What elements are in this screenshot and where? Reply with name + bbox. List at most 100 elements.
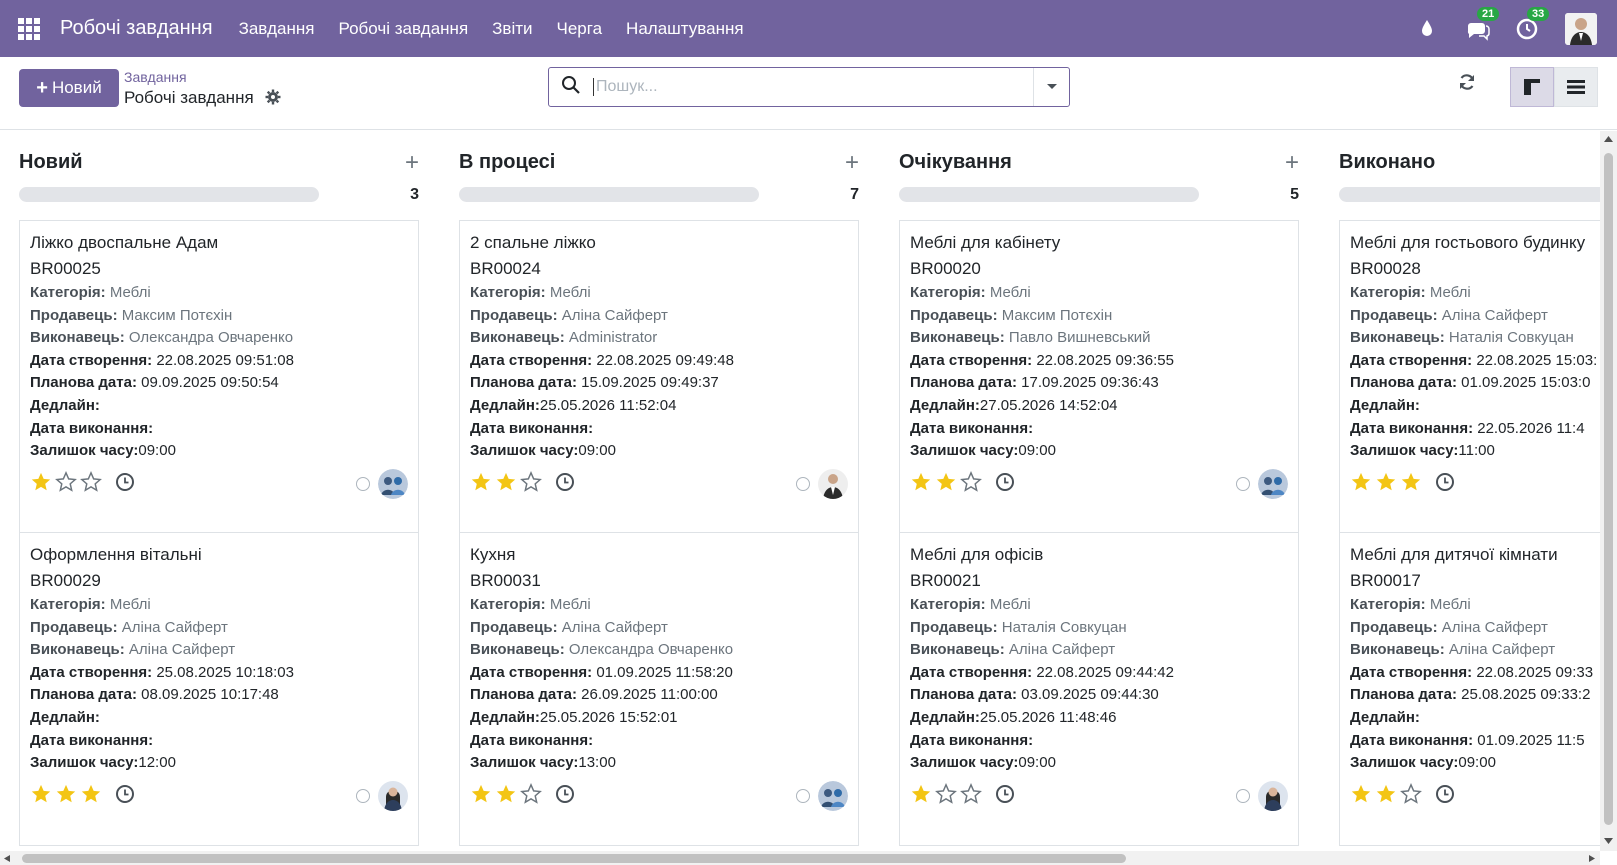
star-empty-icon[interactable]: [520, 470, 542, 498]
star-filled-icon[interactable]: [495, 783, 517, 810]
star-filled-icon[interactable]: [495, 471, 517, 498]
star-filled-icon[interactable]: [910, 471, 932, 498]
column-header: Виконано: [1339, 151, 1600, 175]
priority-stars: [1350, 782, 1422, 810]
activity-clock-icon[interactable]: [994, 471, 1016, 498]
task-card[interactable]: Меблі для гостьового будинку BR00028 Кат…: [1339, 220, 1600, 534]
breadcrumb-parent[interactable]: Завдання: [124, 69, 187, 85]
activity-clock-icon[interactable]: [114, 783, 136, 810]
add-card-icon[interactable]: +: [405, 149, 419, 177]
column-progress-bar[interactable]: [459, 187, 759, 202]
star-filled-icon[interactable]: [30, 471, 52, 498]
status-circle[interactable]: [356, 477, 370, 491]
task-card[interactable]: Кухня BR00031 Категорія: Меблі Продавець…: [459, 532, 859, 846]
search-input[interactable]: [593, 78, 1013, 96]
star-empty-icon[interactable]: [960, 470, 982, 498]
star-empty-icon[interactable]: [80, 470, 102, 498]
field-label: Залишок часу:: [1350, 754, 1459, 772]
star-empty-icon[interactable]: [935, 782, 957, 810]
task-card[interactable]: Меблі для дитячої кімнати BR00017 Катего…: [1339, 532, 1600, 846]
field-value: Аліна Сайферт: [121, 618, 228, 636]
column-title[interactable]: Виконано: [1339, 151, 1435, 173]
star-filled-icon[interactable]: [470, 471, 492, 498]
star-filled-icon[interactable]: [30, 783, 52, 810]
status-circle[interactable]: [1236, 477, 1250, 491]
status-circle[interactable]: [796, 789, 810, 803]
star-filled-icon[interactable]: [1375, 471, 1397, 498]
column-title[interactable]: Очікування: [899, 151, 1012, 173]
field-label: Дата створення:: [30, 351, 153, 369]
app-title[interactable]: Робочі завдання: [60, 17, 213, 40]
activity-clock-icon[interactable]: [1434, 471, 1456, 498]
star-empty-icon[interactable]: [520, 782, 542, 810]
assignee-avatar[interactable]: [818, 781, 848, 811]
star-empty-icon[interactable]: [55, 470, 77, 498]
star-filled-icon[interactable]: [470, 783, 492, 810]
star-empty-icon[interactable]: [960, 782, 982, 810]
card-title: Меблі для кабінету: [910, 233, 1061, 252]
task-card[interactable]: Ліжко двоспальне Адам BR00025 Категорія:…: [19, 220, 419, 534]
status-circle[interactable]: [1236, 789, 1250, 803]
plus-icon: +: [36, 76, 48, 99]
menu-item-settings[interactable]: Налаштування: [626, 19, 744, 39]
star-filled-icon[interactable]: [1375, 783, 1397, 810]
activity-clock-icon[interactable]: [554, 471, 576, 498]
field-label: Категорія:: [470, 284, 546, 301]
assignee-avatar[interactable]: [818, 469, 848, 499]
horizontal-scrollbar-thumb[interactable]: [22, 854, 1126, 863]
star-filled-icon[interactable]: [935, 471, 957, 498]
list-view-button[interactable]: [1554, 67, 1598, 107]
messages-icon[interactable]: 21: [1465, 6, 1500, 41]
field-value: Меблі: [109, 284, 151, 301]
task-card[interactable]: 2 спальне ліжко BR00024 Категорія: Меблі…: [459, 220, 859, 534]
menu-item-reports[interactable]: Звіти: [492, 19, 532, 39]
task-card[interactable]: Меблі для кабінету BR00020 Категорія: Ме…: [899, 220, 1299, 534]
vertical-scrollbar-thumb[interactable]: [1604, 153, 1613, 825]
field-label: Залишок часу:: [30, 442, 139, 460]
menu-item-work-tasks[interactable]: Робочі завдання: [338, 19, 468, 39]
activity-clock-icon[interactable]: [1434, 783, 1456, 810]
star-filled-icon[interactable]: [55, 783, 77, 810]
new-button[interactable]: + Новий: [19, 69, 119, 107]
column-title[interactable]: Новий: [19, 151, 83, 173]
gear-icon[interactable]: [265, 89, 281, 110]
menu-item-tasks[interactable]: Завдання: [239, 19, 315, 39]
status-circle[interactable]: [356, 789, 370, 803]
add-card-icon[interactable]: +: [1285, 149, 1299, 177]
drop-icon[interactable]: [1415, 17, 1439, 41]
field-label: Залишок часу:: [910, 442, 1019, 460]
column-title[interactable]: В процесі: [459, 151, 555, 173]
app-grid-icon[interactable]: [18, 17, 40, 40]
search-dropdown-toggle[interactable]: [1033, 68, 1069, 106]
field-value: 09:00: [578, 442, 616, 460]
field-category: Категорія: Меблі: [910, 282, 1288, 305]
vertical-scrollbar[interactable]: [1600, 131, 1617, 851]
star-empty-icon[interactable]: [1400, 782, 1422, 810]
horizontal-scrollbar[interactable]: [0, 851, 1600, 865]
assignee-avatar[interactable]: [378, 781, 408, 811]
column-progress-bar[interactable]: [19, 187, 319, 202]
star-filled-icon[interactable]: [80, 783, 102, 810]
user-avatar[interactable]: [1565, 12, 1597, 45]
refresh-icon[interactable]: [1458, 73, 1476, 96]
column-progress-bar[interactable]: [899, 187, 1199, 202]
card-footer: [1350, 469, 1600, 499]
star-filled-icon[interactable]: [1350, 783, 1372, 810]
assignee-avatar[interactable]: [378, 469, 408, 499]
status-circle[interactable]: [796, 477, 810, 491]
activity-clock-icon[interactable]: [114, 471, 136, 498]
activity-clock-icon[interactable]: [994, 783, 1016, 810]
activity-clock-icon[interactable]: [554, 783, 576, 810]
menu-item-queue[interactable]: Черга: [557, 19, 603, 39]
activity-clock-icon[interactable]: 33: [1515, 6, 1550, 41]
task-card[interactable]: Оформлення вітальні BR00029 Категорія: М…: [19, 532, 419, 846]
kanban-view-button[interactable]: [1510, 67, 1554, 107]
add-card-icon[interactable]: +: [845, 149, 859, 177]
star-filled-icon[interactable]: [1350, 471, 1372, 498]
star-filled-icon[interactable]: [910, 783, 932, 810]
assignee-avatar[interactable]: [1258, 469, 1288, 499]
assignee-avatar[interactable]: [1258, 781, 1288, 811]
task-card[interactable]: Меблі для офісів BR00021 Категорія: Мебл…: [899, 532, 1299, 846]
column-progress-bar[interactable]: [1339, 187, 1600, 202]
star-filled-icon[interactable]: [1400, 471, 1422, 498]
